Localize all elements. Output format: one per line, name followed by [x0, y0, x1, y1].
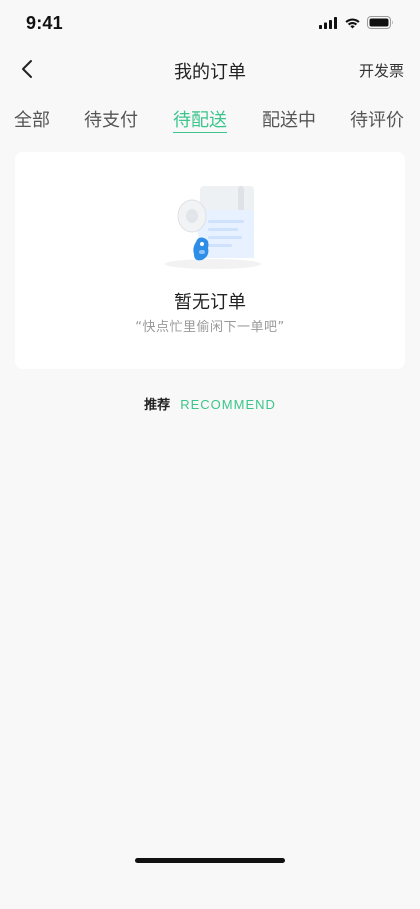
- tab-pending-review[interactable]: 待评价: [350, 106, 404, 134]
- status-time: 9:41: [26, 12, 63, 33]
- recommend-header: 推荐 RECOMMEND: [0, 394, 420, 413]
- tab-delivering[interactable]: 配送中: [262, 106, 316, 134]
- tab-label: 待支付: [84, 110, 138, 131]
- empty-orders-card: 暂无订单 “快点忙里偷闲下一单吧”: [15, 152, 405, 369]
- tab-label: 待配送: [173, 110, 227, 133]
- wifi-icon: [344, 14, 361, 33]
- order-status-tabs: 全部 待支付 待配送 配送中 待评价: [0, 96, 420, 142]
- status-bar: 9:41: [0, 0, 420, 46]
- battery-icon: [367, 14, 394, 33]
- nav-bar: 我的订单 开发票: [0, 46, 420, 96]
- tab-all[interactable]: 全部: [14, 106, 50, 134]
- tab-label: 全部: [14, 110, 50, 131]
- recommend-label-cn: 推荐: [144, 398, 171, 413]
- tab-pending-delivery[interactable]: 待配送: [173, 106, 227, 134]
- tab-label: 待评价: [350, 110, 404, 131]
- cellular-signal-icon: [319, 14, 338, 33]
- empty-title: 暂无订单: [174, 292, 246, 313]
- status-icons: [319, 14, 394, 33]
- invoice-button[interactable]: 开发票: [359, 60, 404, 81]
- empty-subtitle: “快点忙里偷闲下一单吧”: [135, 320, 285, 335]
- tab-pending-payment[interactable]: 待支付: [84, 106, 138, 134]
- page-title: 我的订单: [174, 62, 246, 83]
- tab-label: 配送中: [262, 110, 316, 131]
- recommend-label-en: RECOMMEND: [180, 397, 276, 412]
- empty-orders-illustration: [158, 180, 268, 272]
- home-indicator[interactable]: [135, 858, 285, 863]
- orders-screen: 9:41 我的订单 开发票 全部 待支付 待配送 配送中 待评价 暂无订单 “快…: [0, 0, 420, 909]
